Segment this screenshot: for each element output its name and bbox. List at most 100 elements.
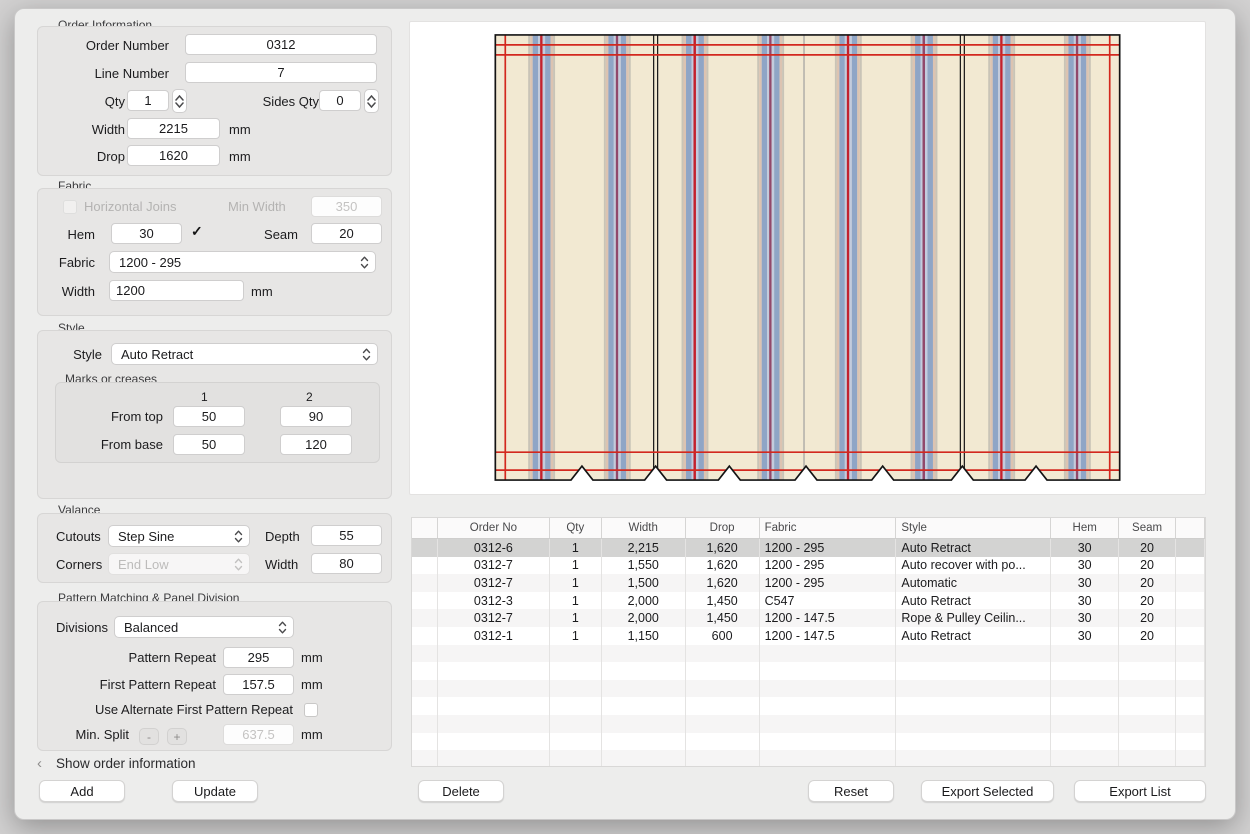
from-base-2-input[interactable] <box>280 434 352 455</box>
from-top-2-input[interactable] <box>280 406 352 427</box>
hem-input[interactable] <box>111 223 182 244</box>
table-row[interactable]: 0312-711,5001,6201200 - 295Automatic3020 <box>412 574 1205 592</box>
column-header-qty[interactable]: Qty <box>550 518 602 538</box>
line-number-input[interactable] <box>185 62 377 83</box>
valance-width-input[interactable] <box>311 553 382 574</box>
use-alternate-checkbox[interactable] <box>304 703 318 717</box>
first-pattern-repeat-input[interactable] <box>223 674 294 695</box>
hem-checkmark-icon[interactable]: ✓ <box>191 223 203 240</box>
reset-button[interactable]: Reset <box>808 780 894 802</box>
marks-col2-header: 2 <box>306 390 313 404</box>
table-cell <box>1176 715 1205 733</box>
export-list-button[interactable]: Export List <box>1074 780 1206 802</box>
fabric-popup[interactable]: 1200 - 295 <box>109 251 376 273</box>
table-cell <box>412 539 438 557</box>
from-base-1-input[interactable] <box>173 434 245 455</box>
horizontal-joins-checkbox[interactable] <box>63 200 77 214</box>
table-cell <box>438 662 550 680</box>
min-split-unit: mm <box>301 727 323 742</box>
table-cell <box>550 680 602 698</box>
qty-stepper[interactable] <box>172 89 187 113</box>
export-selected-button[interactable]: Export Selected <box>921 780 1054 802</box>
column-header-order-no[interactable]: Order No <box>438 518 550 538</box>
table-cell <box>1051 750 1119 767</box>
seam-input[interactable] <box>311 223 382 244</box>
order-table-body[interactable]: 0312-612,2151,6201200 - 295Auto Retract3… <box>412 539 1205 767</box>
table-cell: 20 <box>1119 539 1176 557</box>
column-header-empty[interactable] <box>412 518 438 538</box>
table-row-empty[interactable] <box>412 645 1205 663</box>
qty-input[interactable] <box>127 90 169 111</box>
column-header-hem[interactable]: Hem <box>1051 518 1119 538</box>
table-cell: 1,620 <box>686 539 760 557</box>
fabric-width-input[interactable] <box>109 280 244 301</box>
table-cell <box>412 715 438 733</box>
style-popup[interactable]: Auto Retract <box>111 343 378 365</box>
popup-chevrons-icon <box>278 621 287 634</box>
table-cell: 1 <box>550 627 602 645</box>
column-header-seam[interactable]: Seam <box>1119 518 1176 538</box>
cutouts-popup[interactable]: Step Sine <box>108 525 250 547</box>
first-pattern-repeat-label: First Pattern Repeat <box>76 677 216 692</box>
column-header-drop[interactable]: Drop <box>686 518 760 538</box>
table-cell <box>1119 733 1176 751</box>
table-row[interactable]: 0312-711,5501,6201200 - 295Auto recover … <box>412 557 1205 575</box>
table-cell <box>602 715 686 733</box>
table-cell <box>550 733 602 751</box>
table-cell: 30 <box>1051 627 1119 645</box>
min-split-plus-button[interactable]: + <box>167 728 187 745</box>
delete-button[interactable]: Delete <box>418 780 504 802</box>
table-cell <box>412 609 438 627</box>
min-split-input[interactable] <box>223 724 294 745</box>
marks-col1-header: 1 <box>201 390 208 404</box>
show-order-information-link[interactable]: Show order information <box>56 756 196 771</box>
popup-chevrons-icon <box>234 558 243 571</box>
order-table[interactable]: Order NoQtyWidthDropFabricStyleHemSeam 0… <box>411 517 1206 767</box>
divisions-popup[interactable]: Balanced <box>114 616 294 638</box>
drop-label: Drop <box>63 149 125 164</box>
drop-input[interactable] <box>127 145 220 166</box>
pattern-repeat-input[interactable] <box>223 647 294 668</box>
min-split-minus-button[interactable]: - <box>139 728 159 745</box>
table-row-empty[interactable] <box>412 750 1205 767</box>
column-header-empty[interactable] <box>1176 518 1205 538</box>
column-header-style[interactable]: Style <box>896 518 1051 538</box>
table-row[interactable]: 0312-612,2151,6201200 - 295Auto Retract3… <box>412 539 1205 557</box>
table-row-empty[interactable] <box>412 715 1205 733</box>
page: Order Information Order Number Line Numb… <box>0 0 1250 834</box>
column-header-fabric[interactable]: Fabric <box>760 518 897 538</box>
table-row-empty[interactable] <box>412 733 1205 751</box>
order-number-input[interactable] <box>185 34 377 55</box>
style-popup-value: Auto Retract <box>121 347 193 362</box>
table-cell: 2,000 <box>602 592 686 610</box>
depth-input[interactable] <box>311 525 382 546</box>
table-row[interactable]: 0312-712,0001,4501200 - 147.5Rope & Pull… <box>412 609 1205 627</box>
add-button[interactable]: Add <box>39 780 125 802</box>
drop-unit: mm <box>229 149 251 164</box>
min-width-label: Min Width <box>228 199 286 214</box>
table-cell: Auto Retract <box>896 592 1051 610</box>
update-button[interactable]: Update <box>172 780 258 802</box>
table-cell <box>760 750 897 767</box>
corners-popup[interactable]: End Low <box>108 553 250 575</box>
table-row-empty[interactable] <box>412 697 1205 715</box>
table-cell <box>896 662 1051 680</box>
table-row-empty[interactable] <box>412 680 1205 698</box>
width-input[interactable] <box>127 118 220 139</box>
cutouts-popup-value: Step Sine <box>118 529 174 544</box>
sides-qty-stepper[interactable] <box>364 89 379 113</box>
collapse-chevron-icon[interactable]: ‹ <box>37 755 42 772</box>
table-row-empty[interactable] <box>412 662 1205 680</box>
table-row[interactable]: 0312-111,1506001200 - 147.5Auto Retract3… <box>412 627 1205 645</box>
table-cell <box>760 680 897 698</box>
column-header-width[interactable]: Width <box>602 518 686 538</box>
table-cell <box>686 680 760 698</box>
from-top-1-input[interactable] <box>173 406 245 427</box>
table-cell <box>1176 609 1205 627</box>
table-cell <box>760 715 897 733</box>
table-cell <box>1176 680 1205 698</box>
table-row[interactable]: 0312-312,0001,450C547Auto Retract3020 <box>412 592 1205 610</box>
sides-qty-input[interactable] <box>319 90 361 111</box>
min-width-input[interactable] <box>311 196 382 217</box>
fabric-preview-svg <box>410 22 1205 494</box>
